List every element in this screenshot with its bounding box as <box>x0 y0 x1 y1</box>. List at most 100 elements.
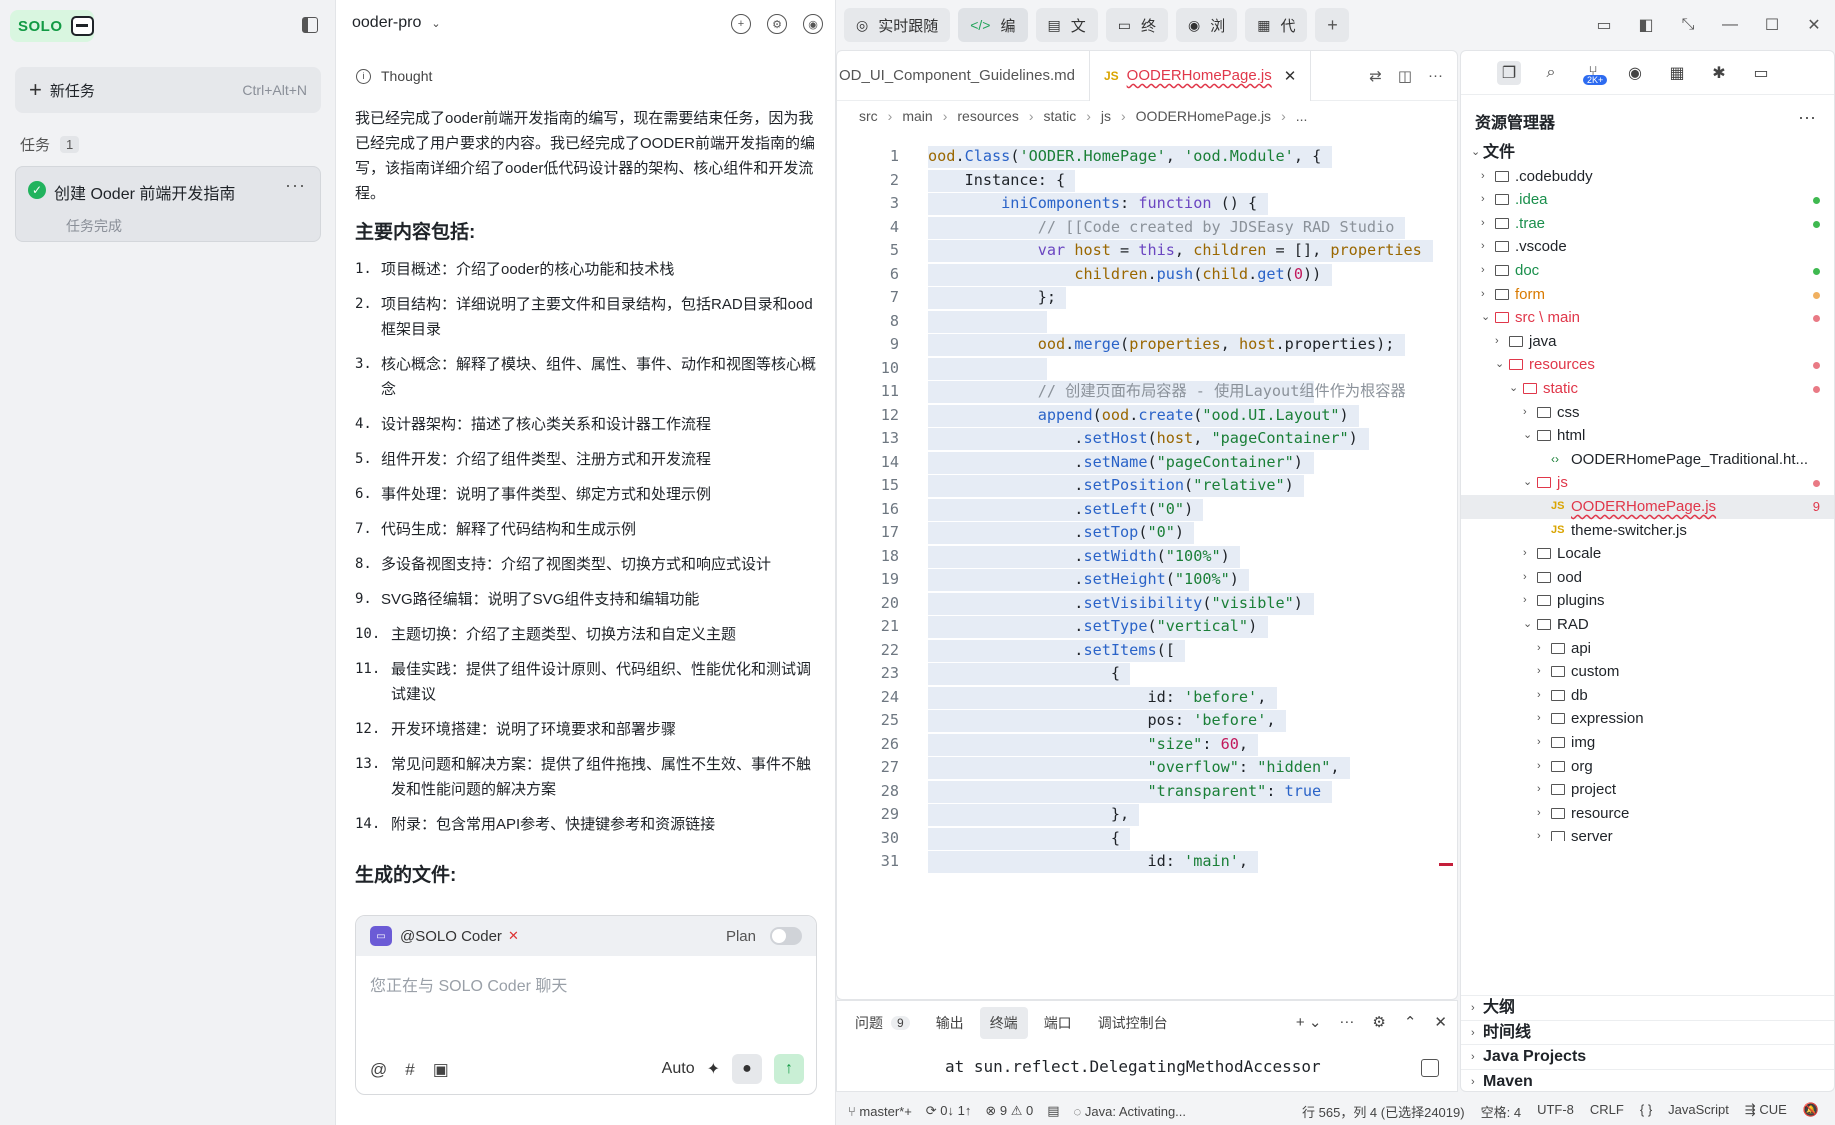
panel-tab[interactable]: 端口 <box>1034 1007 1082 1039</box>
folder-item[interactable]: ⌄ RAD <box>1461 613 1834 637</box>
settings-icon[interactable]: ⚙ <box>1372 1013 1385 1031</box>
code-line[interactable]: 2 Instance: { <box>837 169 1457 193</box>
tree-root[interactable]: ⌄ 文件 <box>1461 141 1834 165</box>
editor-tab[interactable]: OD_UI_Component_Guidelines.md <box>837 51 1089 101</box>
terminal-output[interactable]: at sun.reflect.DelegatingMethodAccessor <box>945 1057 1321 1076</box>
extensions-icon[interactable]: ▦ <box>1665 61 1689 85</box>
explorer-section[interactable]: › Java Projects <box>1461 1044 1834 1068</box>
thought-toggle[interactable]: i Thought <box>356 68 432 84</box>
explorer-section[interactable]: › 时间线 <box>1461 1019 1834 1044</box>
folder-item[interactable]: › resource <box>1461 802 1834 826</box>
code-line[interactable]: 14 .setName("pageContainer") <box>837 451 1457 475</box>
folder-item[interactable]: › plugins <box>1461 589 1834 613</box>
more-icon[interactable]: ··· <box>1339 1013 1354 1031</box>
folder-item[interactable]: ⌄ src \ main <box>1461 306 1834 330</box>
breadcrumb-item[interactable]: ... <box>1296 108 1308 124</box>
code-line[interactable]: 17 .setTop("0") <box>837 521 1457 545</box>
problems-indicator[interactable]: ⊗ 9 ⚠ 0 <box>985 1103 1033 1119</box>
layout-bottom-icon[interactable]: ▭ <box>1583 15 1625 35</box>
folder-item[interactable]: › .idea <box>1461 188 1834 212</box>
folder-item[interactable]: › .codebuddy <box>1461 165 1834 189</box>
folder-item[interactable]: ⌄ html <box>1461 424 1834 448</box>
encoding[interactable]: UTF-8 <box>1537 1102 1574 1121</box>
new-task-button[interactable]: + 新任务 Ctrl+Alt+N <box>15 67 321 113</box>
agent-name[interactable]: @SOLO Coder <box>400 928 502 945</box>
file-item[interactable]: JS OODERHomePage.js 9 <box>1461 495 1834 519</box>
chevron-up-icon[interactable]: ⌃ <box>1404 1013 1417 1031</box>
send-button[interactable]: ↑ <box>774 1054 804 1084</box>
more-icon[interactable]: ··· <box>285 175 306 196</box>
layout-right-icon[interactable]: ◧ <box>1625 15 1667 35</box>
folder-item[interactable]: › img <box>1461 731 1834 755</box>
language-mode[interactable]: JavaScript <box>1668 1102 1729 1121</box>
code-line[interactable]: 11 // 创建页面布局容器 - 使用Layout组件作为根容器 <box>837 380 1457 404</box>
code-line[interactable]: 13 .setHost(host, "pageContainer") <box>837 427 1457 451</box>
close-icon[interactable]: ✕ <box>1793 15 1835 35</box>
folder-item[interactable]: › css <box>1461 401 1834 425</box>
folder-item[interactable]: › expression <box>1461 707 1834 731</box>
indentation[interactable]: 空格: 4 <box>1481 1102 1521 1121</box>
java-status[interactable]: ◌ Java: Activating... <box>1074 1104 1187 1119</box>
explorer-section[interactable]: › 大纲 <box>1461 995 1834 1019</box>
breadcrumb-item[interactable]: static <box>1044 108 1077 124</box>
folder-item[interactable]: › api <box>1461 637 1834 661</box>
more-icon[interactable]: ··· <box>1798 107 1816 128</box>
folder-item[interactable]: › form <box>1461 283 1834 307</box>
code-line[interactable]: 8 <box>837 310 1457 334</box>
file-item[interactable]: ‹› OODERHomePage_Traditional.ht... <box>1461 448 1834 472</box>
sidebar-toggle-icon[interactable] <box>302 17 318 33</box>
notifications-icon[interactable]: 🔕 <box>1803 1102 1819 1121</box>
line-ending[interactable]: CRLF <box>1590 1102 1624 1121</box>
tab-radar[interactable]: ◎ 实时跟随 <box>844 8 951 42</box>
folder-item[interactable]: › custom <box>1461 660 1834 684</box>
tab-sheet[interactable]: ▦ 代 <box>1245 8 1308 42</box>
code-line[interactable]: 5 var host = this, children = [], proper… <box>837 239 1457 263</box>
plan-toggle[interactable] <box>770 927 802 945</box>
tab-browser[interactable]: ◉ 浏 <box>1176 8 1238 42</box>
code-line[interactable]: 7 }; <box>837 286 1457 310</box>
code-line[interactable]: 25 pos: 'before', <box>837 709 1457 733</box>
code-line[interactable]: 31 id: 'main', <box>837 850 1457 874</box>
code-line[interactable]: 9 ood.merge(properties, host.properties)… <box>837 333 1457 357</box>
mode-selector[interactable]: Auto <box>662 1060 695 1078</box>
folder-item[interactable]: ⌄ static <box>1461 377 1834 401</box>
code-line[interactable]: 27 "overflow": "hidden", <box>837 756 1457 780</box>
folder-item[interactable]: › java <box>1461 330 1834 354</box>
code-line[interactable]: 6 children.push(child.get(0)) <box>837 263 1457 287</box>
folder-item[interactable]: ⌄ resources <box>1461 353 1834 377</box>
folder-item[interactable]: › Locale <box>1461 542 1834 566</box>
file-item[interactable]: JS theme-switcher.js <box>1461 519 1834 543</box>
close-icon[interactable]: ✕ <box>1434 1013 1447 1031</box>
search-icon[interactable]: ⌕ <box>1539 61 1563 85</box>
breadcrumb-item[interactable]: main <box>902 108 932 124</box>
branch-indicator[interactable]: ⑂ master*+ <box>848 1104 912 1119</box>
code-line[interactable]: 19 .setHeight("100%") <box>837 568 1457 592</box>
project-selector[interactable]: ooder-pro ⌄ <box>352 14 441 32</box>
breadcrumb-item[interactable]: OODERHomePage.js <box>1136 108 1271 124</box>
code-line[interactable]: 23 { <box>837 662 1457 686</box>
folder-item[interactable]: › org <box>1461 755 1834 779</box>
collapse-icon[interactable]: ⤡ <box>1667 16 1709 34</box>
folder-item[interactable]: › db <box>1461 684 1834 708</box>
cursor-position[interactable]: 行 565，列 4 (已选择24019) <box>1302 1102 1465 1121</box>
hash-icon[interactable]: # <box>405 1060 414 1080</box>
add-terminal-icon[interactable]: + ⌄ <box>1296 1013 1322 1031</box>
split-icon[interactable]: ◫ <box>1398 67 1412 85</box>
editor-tab[interactable]: JS OODERHomePage.js ✕ <box>1088 51 1312 101</box>
code-line[interactable]: 24 id: 'before', <box>837 686 1457 710</box>
cue-indicator[interactable]: ⇶ CUE <box>1745 1102 1787 1121</box>
code-line[interactable]: 26 "size": 60, <box>837 733 1457 757</box>
explorer-section[interactable]: › Maven <box>1461 1068 1834 1092</box>
code-area[interactable]: 1 ood.Class('OODER.HomePage', 'ood.Module… <box>837 133 1457 999</box>
breadcrumb-item[interactable]: js <box>1101 108 1111 124</box>
code-line[interactable]: 20 .setVisibility("visible") <box>837 592 1457 616</box>
account-icon[interactable]: ◉ <box>803 14 823 34</box>
source-control-icon[interactable]: ⑂ 2K+ <box>1581 61 1608 85</box>
new-chat-icon[interactable]: + <box>731 14 751 34</box>
sparkle-icon[interactable]: ✦ <box>707 1059 720 1079</box>
compare-icon[interactable]: ⇄ <box>1369 67 1382 85</box>
solo-logo[interactable]: SOLO <box>10 10 94 42</box>
task-item[interactable]: ✓ 创建 Ooder 前端开发指南 ··· 任务完成 <box>15 166 321 242</box>
folder-item[interactable]: › doc <box>1461 259 1834 283</box>
sync-indicator[interactable]: ⟳ 0↓ 1↑ <box>926 1103 972 1119</box>
